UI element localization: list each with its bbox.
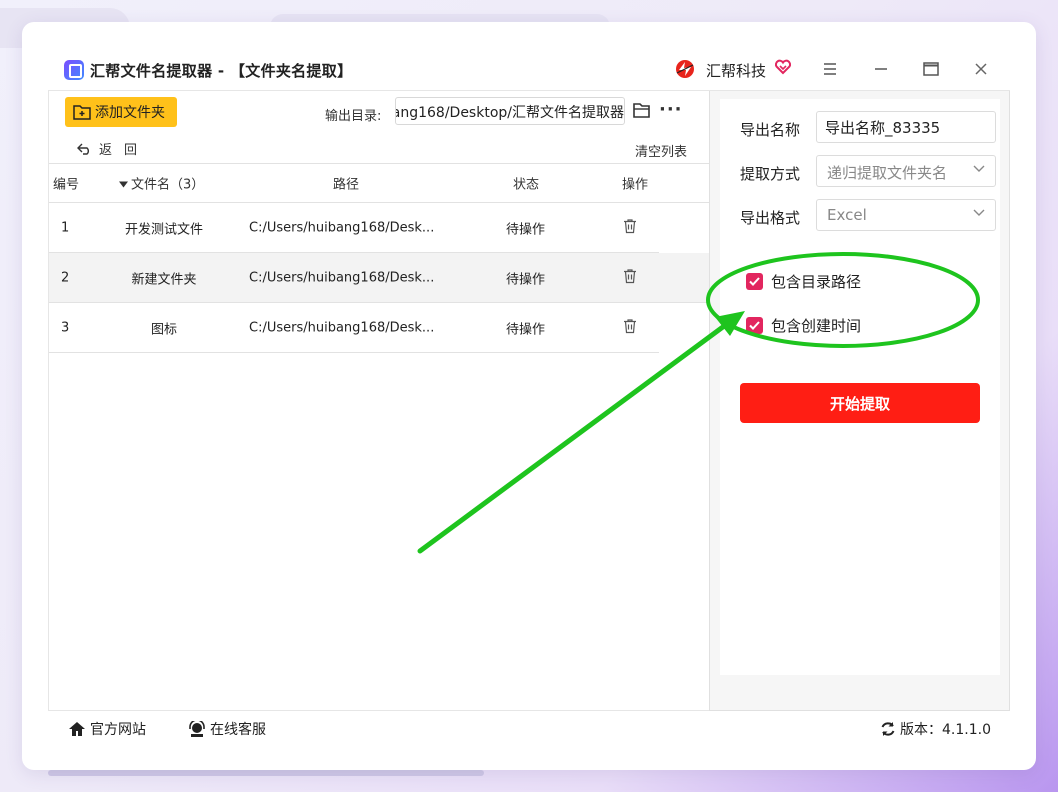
row-state: 待操作 [506,272,546,287]
app-window: 汇帮文件名提取器 - 【文件夹名提取】 汇帮科技 添加文件夹 输出目录: ang… [22,22,1036,770]
close-icon[interactable] [969,58,993,80]
row-state: 待操作 [506,322,546,337]
table-row[interactable]: 1 开发测试文件 C:/Users/huibang168/Desk... 待操作 [49,203,659,253]
brand-logo-icon [676,60,694,78]
start-extract-button[interactable]: 开始提取 [740,383,980,423]
support-label: 在线客服 [210,722,266,738]
main-area: 添加文件夹 输出目录: ang168/Desktop/汇帮文件名提取器 ··· … [48,90,1010,711]
brand-name: 汇帮科技 [706,62,767,80]
export-name-label: 导出名称 [740,121,801,139]
heart-icon[interactable] [774,58,792,76]
website-link[interactable]: 官方网站 [68,719,146,739]
clear-list-button[interactable]: 清空列表 [635,141,687,160]
extract-mode-select[interactable]: 递归提取文件夹名 [816,155,996,187]
include-time-checkbox[interactable]: 包含创建时间 [746,315,861,336]
add-folder-icon [73,105,91,120]
extract-mode-value: 递归提取文件夹名 [827,164,948,182]
back-arrow-icon [77,143,89,155]
include-path-checkbox[interactable]: 包含目录路径 [746,271,861,292]
headset-icon [189,721,205,737]
export-format-label: 导出格式 [740,209,801,227]
trash-icon[interactable] [623,318,637,337]
output-dir-field[interactable]: ang168/Desktop/汇帮文件名提取器 [395,97,625,125]
row-no: 3 [61,320,70,335]
more-icon[interactable]: ··· [659,99,683,120]
chevron-down-icon [973,165,985,172]
file-list-pane: 添加文件夹 输出目录: ang168/Desktop/汇帮文件名提取器 ··· … [48,91,710,711]
window-title: 汇帮文件名提取器 - 【文件夹名提取】 [90,62,353,80]
row-no: 1 [61,220,70,235]
export-format-select[interactable]: Excel [816,199,996,231]
version-label: 版本：4.1.1.0 [900,722,991,738]
row-path: C:/Users/huibang168/Desk... [249,220,435,235]
support-link[interactable]: 在线客服 [188,719,266,739]
menu-icon[interactable] [818,58,842,80]
header-state: 状态 [513,177,540,193]
extract-mode-label: 提取方式 [740,165,801,183]
row-name: 图标 [150,322,177,337]
table-row[interactable]: 2 新建文件夹 C:/Users/huibang168/Desk... 待操作 [49,253,710,303]
back-label: 返回 [99,143,150,158]
add-folder-label: 添加文件夹 [95,105,165,121]
row-state: 待操作 [506,222,546,237]
back-button[interactable]: 返回 [77,139,149,158]
app-logo-icon [64,60,84,80]
row-no: 2 [61,270,70,285]
export-format-value: Excel [827,206,867,224]
settings-pane: 导出名称 提取方式 递归提取文件夹名 导出格式 Excel 包含目录路径 [709,91,1010,711]
sort-down-icon [119,181,128,188]
maximize-icon[interactable] [919,58,943,80]
row-name: 新建文件夹 [131,272,197,287]
settings-card: 导出名称 提取方式 递归提取文件夹名 导出格式 Excel 包含目录路径 [720,99,1000,675]
table-row[interactable]: 3 图标 C:/Users/huibang168/Desk... 待操作 [49,303,659,353]
header-no: 编号 [53,177,80,193]
header-op: 操作 [622,177,649,193]
trash-icon[interactable] [623,218,637,237]
header-path: 路径 [333,177,360,193]
status-bar: 官方网站 在线客服 版本：4.1.1.0 [48,710,1010,746]
add-folder-button[interactable]: 添加文件夹 [65,97,177,127]
include-time-label: 包含创建时间 [771,317,862,335]
trash-icon[interactable] [623,268,637,287]
chevron-down-icon [973,209,985,216]
output-dir-label: 输出目录: [325,109,382,124]
minimize-icon[interactable] [869,58,893,80]
file-table: 编号 文件名（3） 路径 状态 操作 1 开发测试文件 C:/Users/hui… [49,163,710,353]
refresh-icon [881,722,895,736]
row-path: C:/Users/huibang168/Desk... [249,320,435,335]
website-label: 官方网站 [90,722,146,738]
row-name: 开发测试文件 [124,222,203,237]
include-path-label: 包含目录路径 [771,273,862,291]
background-shape [48,770,484,776]
open-folder-icon[interactable] [633,103,651,118]
checkmark-icon [746,317,763,334]
table-header: 编号 文件名（3） 路径 状态 操作 [49,163,710,203]
export-name-input[interactable] [816,111,996,143]
output-dir-value: ang168/Desktop/汇帮文件名提取器 [395,105,624,121]
checkmark-icon [746,273,763,290]
version-info: 版本：4.1.1.0 [880,719,991,739]
home-icon [69,722,85,736]
row-path: C:/Users/huibang168/Desk... [249,270,435,285]
title-bar: 汇帮文件名提取器 - 【文件夹名提取】 汇帮科技 [22,22,1036,90]
header-name[interactable]: 文件名（3） [119,174,204,193]
